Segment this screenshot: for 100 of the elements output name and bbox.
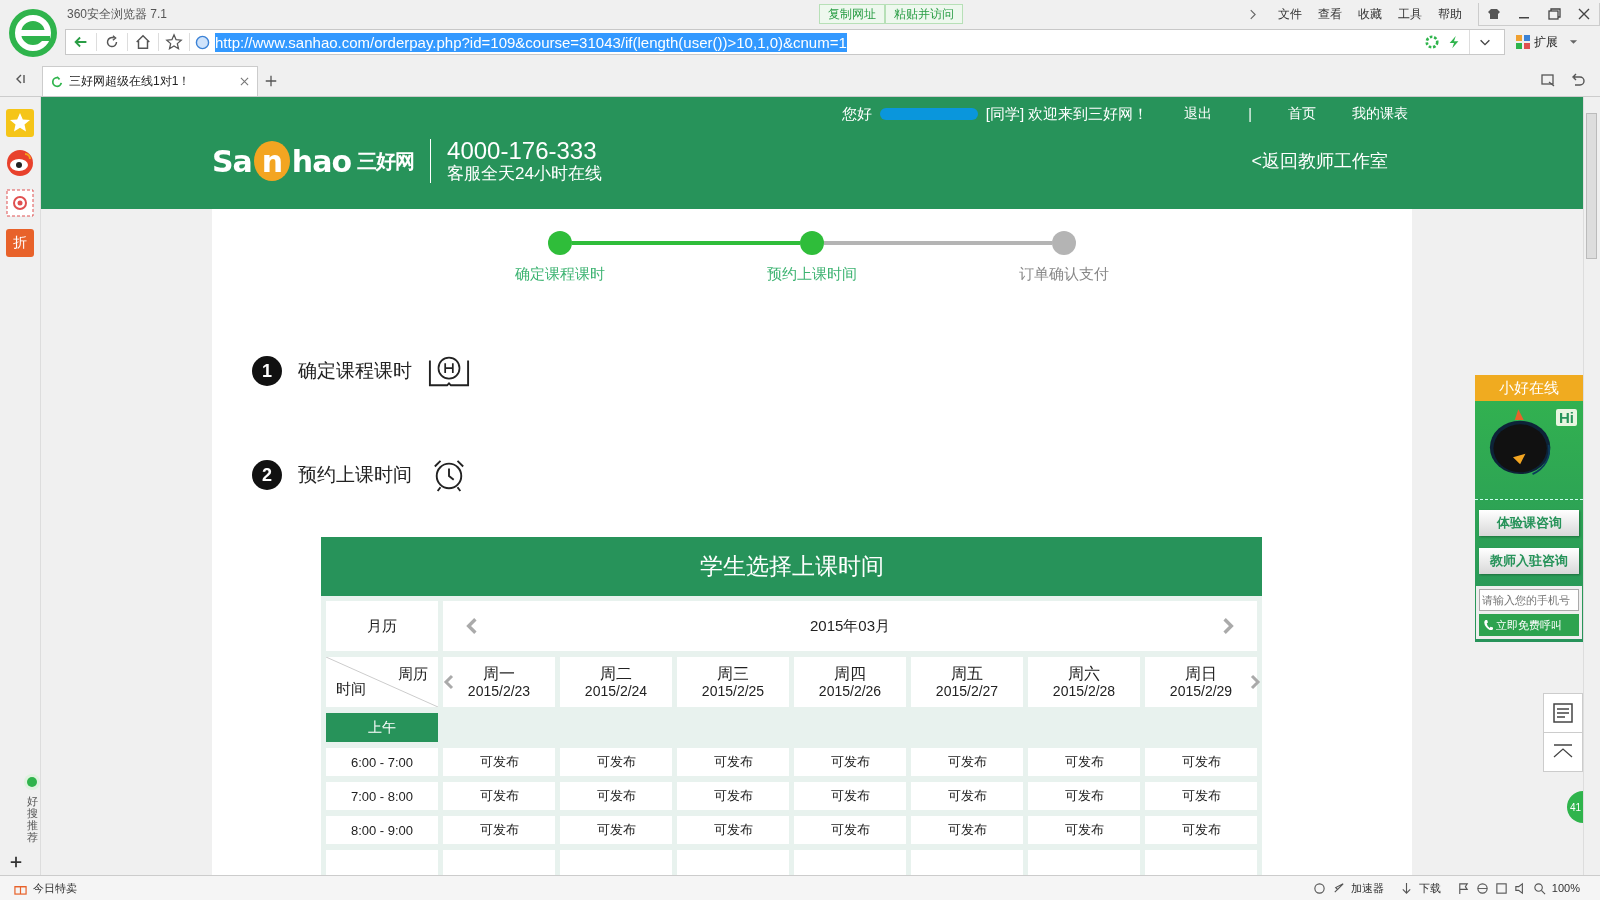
slot-cell[interactable]: 可发布 [911,782,1023,810]
slot-cell[interactable]: 可发布 [794,782,906,810]
day-header: 周五 2015/2/27 [911,657,1023,707]
header-link[interactable]: | [1248,106,1252,122]
site-logo[interactable]: Sa n hao 三好网 [212,139,432,183]
browser-logo-icon[interactable] [8,8,58,58]
menu-item[interactable]: 工具 [1398,5,1422,23]
slot-cell[interactable]: 可发布 [911,748,1023,776]
day-header: 周六 2015/2/28 [1028,657,1140,707]
service-hours: 客服全天24小时在线 [447,164,602,184]
menu-item[interactable]: 查看 [1318,5,1342,23]
time-cell: 7:00 - 8:00 [326,782,438,810]
slot-cell[interactable]: 可发布 [560,748,672,776]
window-stack-icon[interactable] [1540,72,1556,88]
previous-month-icon[interactable] [465,617,479,635]
scrollbar[interactable] [1583,97,1600,875]
slot-cell[interactable]: 可发布 [794,816,906,844]
step-label: 确定课程课时 [515,265,605,284]
slot-cell[interactable]: 可发布 [1145,748,1257,776]
window-icon[interactable] [1494,881,1508,895]
slot-cell[interactable] [1145,850,1257,875]
menu-item[interactable]: 帮助 [1438,5,1462,23]
slot-cell[interactable] [794,850,906,875]
step-label: 订单确认支付 [1019,265,1109,284]
undo-icon[interactable] [1570,72,1586,88]
zoom-level[interactable]: 100% [1551,882,1580,894]
flag-icon[interactable] [1456,881,1470,895]
slot-cell[interactable]: 可发布 [677,748,789,776]
day-header: 周三 2015/2/25 [677,657,789,707]
greeting-text: 您好 [841,104,872,124]
step-number: 2 [252,460,282,490]
previous-week-icon[interactable] [443,673,455,691]
header-link[interactable]: 首页 [1288,105,1316,123]
slot-cell[interactable]: 可发布 [443,748,555,776]
phone-number: 4000-176-333 [447,138,598,165]
extensions-button[interactable]: 扩展 [1515,33,1578,51]
day-header: 周日 2015/2/29 [1145,657,1257,707]
phone-input[interactable]: 请输入您的手机号 [1479,589,1579,611]
step-number: 1 [252,356,282,386]
corner-header: 周历 时间 [326,657,438,707]
globe-icon [195,34,210,50]
slot-cell[interactable]: 可发布 [1028,748,1140,776]
download-link[interactable]: 下载 [1418,880,1441,896]
caret-icon [1569,39,1578,45]
time-cell: 6:00 - 7:00 [326,748,438,776]
calendar-label: 月历 [326,601,438,651]
eye-icon[interactable] [6,149,34,177]
slot-cell[interactable]: 可发布 [1028,816,1140,844]
slot-cell[interactable]: 可发布 [677,782,789,810]
menu-item[interactable]: 收藏 [1358,5,1382,23]
back-link[interactable]: <返回教师工作室 [1251,149,1388,173]
new-tab-icon[interactable] [264,74,278,88]
site-favicon-icon [51,75,63,88]
add-icon[interactable] [9,855,23,869]
next-week-icon[interactable] [1249,673,1261,691]
slot-cell[interactable]: 可发布 [911,816,1023,844]
chevron-icon[interactable] [1249,8,1256,20]
slot-cell[interactable]: 可发布 [1028,782,1140,810]
slot-cell[interactable] [443,850,555,875]
section-title: 确定课程课时 [298,359,412,383]
widget-title: 小好在线 [1475,375,1583,401]
next-month-icon[interactable] [1221,617,1235,635]
close-tab-icon[interactable] [240,77,249,86]
slot-cell[interactable] [1028,850,1140,875]
day-header: 周一 2015/2/23 [443,657,555,707]
header-link[interactable]: 退出 [1184,105,1213,123]
time-cell: 8:00 - 9:00 [326,816,438,844]
hi-bubble: Hi [1556,409,1577,426]
step-label: 预约上课时间 [767,265,857,284]
window-title: 360安全浏览器 7.1 [67,5,169,23]
welcome-text: [同学] 欢迎来到三好网！ [985,104,1149,124]
status-dot [27,776,37,787]
menu-item[interactable]: 文件 [1278,5,1302,23]
slot-cell[interactable]: 可发布 [560,782,672,810]
browser-tab[interactable]: 三好网超级在线1对1！ [42,66,258,96]
lightning-icon[interactable] [1447,35,1461,49]
slot-cell[interactable] [560,850,672,875]
accelerator-link[interactable]: 加速器 [1350,880,1384,896]
period-label: 上午 [326,713,438,742]
slot-cell[interactable] [911,850,1023,875]
day-header: 周二 2015/2/24 [560,657,672,707]
schedule-title: 学生选择上课时间 [321,537,1262,596]
slot-cell[interactable]: 可发布 [1145,816,1257,844]
day-header: 周四 2015/2/26 [794,657,906,707]
sidebar-label[interactable]: 好搜推荐 [26,794,38,843]
extensions-icon [1515,34,1531,50]
slot-cell[interactable]: 可发布 [443,782,555,810]
phone-icon [1483,619,1493,631]
month-header: 2015年03月 [443,601,1257,651]
slot-cell[interactable]: 可发布 [560,816,672,844]
deals-link[interactable]: 今日特卖 [33,880,77,896]
book-icon [428,354,470,388]
header-link[interactable]: 我的课表 [1352,105,1408,123]
slot-cell[interactable] [677,850,789,875]
slot-cell[interactable]: 可发布 [1145,782,1257,810]
slot-cell[interactable]: 可发布 [794,748,906,776]
section-title: 预约上课时间 [298,463,412,487]
slot-cell[interactable]: 可发布 [443,816,555,844]
slot-cell[interactable]: 可发布 [677,816,789,844]
zoom-icon[interactable] [1532,881,1546,895]
